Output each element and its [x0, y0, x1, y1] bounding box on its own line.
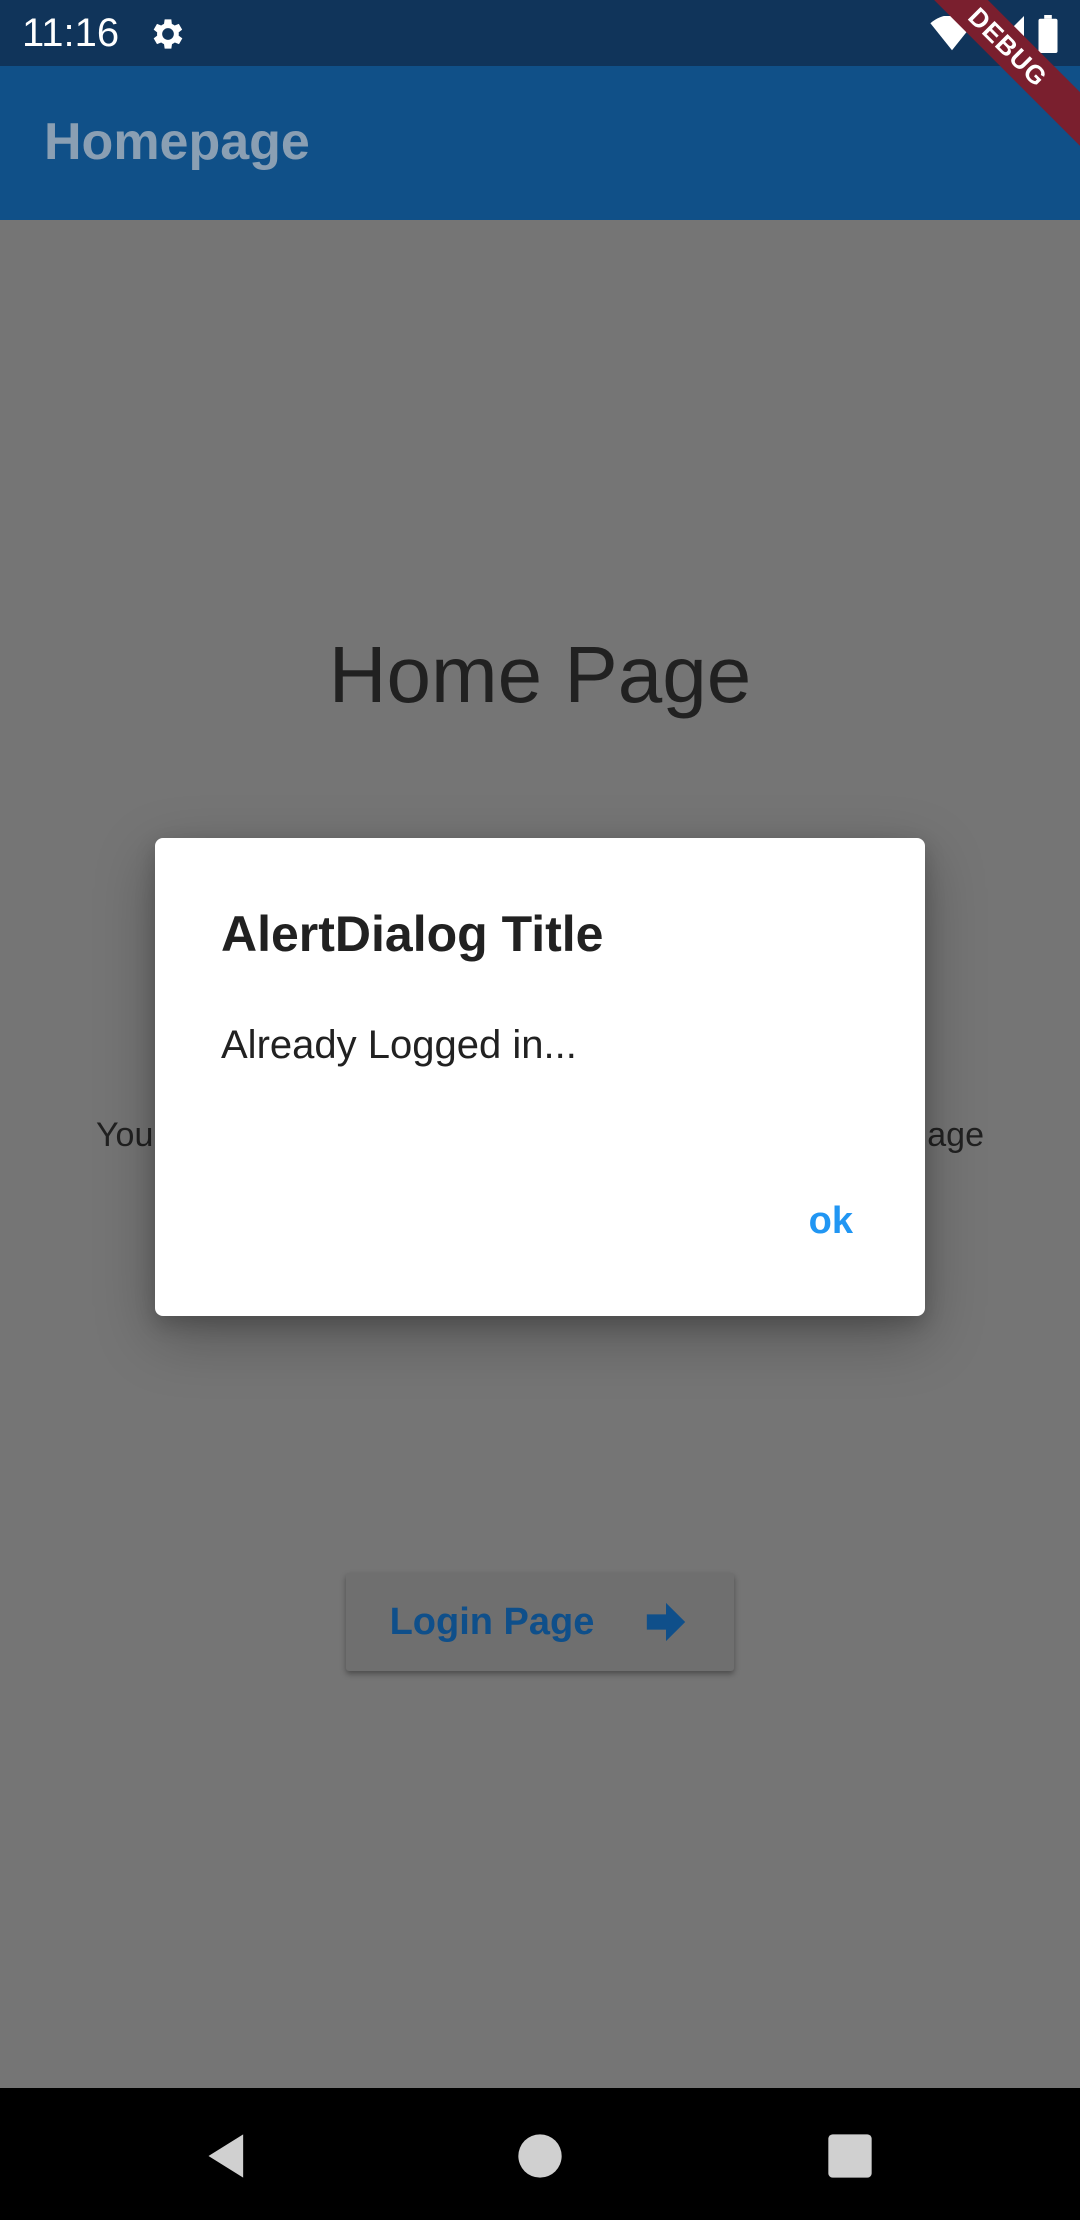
- body-text-left-fragment: You: [96, 1116, 154, 1154]
- arrow-forward-icon: [647, 1602, 686, 1642]
- login-page-button[interactable]: Login Page: [346, 1573, 734, 1671]
- home-page-heading: Home Page: [328, 630, 752, 719]
- screen: 11:16 Homepage Home Page You age Login P: [0, 0, 1080, 2220]
- battery-icon: [1038, 15, 1058, 53]
- body-text-right-fragment: age: [927, 1116, 984, 1154]
- status-bar: 11:16: [0, 0, 1080, 66]
- app-bar: Homepage: [0, 66, 1080, 220]
- login-page-button-label: Login Page: [389, 1600, 595, 1643]
- status-time: 11:16: [22, 11, 120, 55]
- home-icon[interactable]: [514, 2130, 566, 2182]
- app-bar-title: Homepage: [44, 113, 310, 171]
- back-icon[interactable]: [202, 2130, 254, 2182]
- alert-dialog: AlertDialog Title Already Logged in... o…: [155, 838, 925, 1316]
- dialog-title: AlertDialog Title: [221, 906, 604, 962]
- recents-icon[interactable]: [824, 2130, 876, 2182]
- navigation-bar: [0, 2088, 1080, 2220]
- dialog-content: Already Logged in...: [221, 1023, 577, 1067]
- settings-icon: [153, 19, 183, 49]
- ok-button[interactable]: ok: [799, 1190, 863, 1252]
